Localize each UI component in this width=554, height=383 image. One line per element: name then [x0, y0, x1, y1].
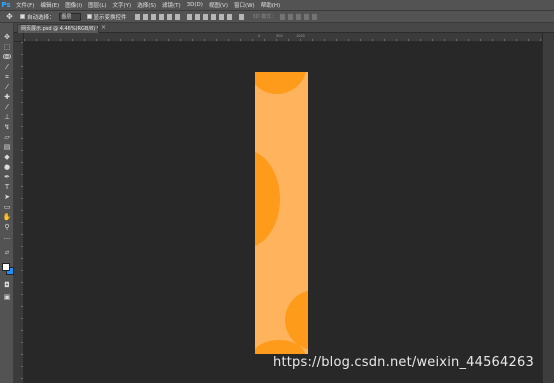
- menu-3d[interactable]: 3D(D): [187, 2, 203, 8]
- align-left-icon[interactable]: [158, 13, 164, 20]
- dodge-tool-icon[interactable]: ●: [2, 163, 12, 171]
- crop-tool-icon[interactable]: ⌗: [2, 73, 12, 81]
- menu-select[interactable]: 选择(S): [137, 1, 156, 9]
- align-right-icon[interactable]: [174, 13, 180, 20]
- ruler-corner[interactable]: [14, 33, 24, 42]
- menu-help[interactable]: 帮助(H): [261, 1, 280, 9]
- toolbox: ✥ ⬚ ↂ ⁄ ⌗ ⁄ ✚ ⁄ ⊥ ↯ ▱ ▤ ◆ ● ✒ T ➤ ▭ ✋ ⚲ …: [0, 23, 14, 383]
- hand-tool-icon[interactable]: ✋: [2, 213, 12, 221]
- auto-select-label: 自动选择：: [27, 14, 55, 21]
- 3d-scale-icon[interactable]: [312, 13, 318, 20]
- align-vertical-center-icon[interactable]: [142, 13, 148, 20]
- lasso-tool-icon[interactable]: ↂ: [2, 53, 12, 61]
- brush-tool-icon[interactable]: ⁄: [2, 103, 12, 111]
- align-top-icon[interactable]: [134, 13, 140, 20]
- zoom-tool-icon[interactable]: ⚲: [2, 223, 12, 231]
- show-transform-checkbox[interactable]: [86, 14, 92, 19]
- auto-select-dropdown[interactable]: 图层: [58, 12, 81, 21]
- clone-stamp-tool-icon[interactable]: ⊥: [2, 113, 12, 121]
- align-horizontal-center-icon[interactable]: [166, 13, 172, 20]
- distribute-left-icon[interactable]: [210, 13, 216, 20]
- menu-window[interactable]: 窗口(W): [234, 1, 255, 9]
- document-tab[interactable]: 网页展示.psd @ 4.46%(RGB/8) *: [17, 24, 99, 33]
- gradient-tool-icon[interactable]: ▤: [2, 143, 12, 151]
- eraser-tool-icon[interactable]: ▱: [2, 133, 12, 141]
- quick-mask-icon[interactable]: ◘: [2, 281, 12, 289]
- mode-3d-label: 3D 模式：: [252, 14, 277, 20]
- blur-tool-icon[interactable]: ◆: [2, 153, 12, 161]
- distribute-horizontal-center-icon[interactable]: [218, 13, 224, 20]
- menu-view[interactable]: 视图(V): [209, 1, 228, 9]
- auto-select-checkbox[interactable]: [20, 14, 25, 19]
- type-tool-icon[interactable]: T: [2, 183, 12, 191]
- menu-edit[interactable]: 编辑(E): [40, 1, 59, 9]
- magic-wand-tool-icon[interactable]: ⁄: [2, 63, 12, 71]
- more-tools-icon[interactable]: ···: [2, 235, 12, 243]
- vertical-scrollbar[interactable]: [542, 33, 554, 383]
- distribute-top-icon[interactable]: [186, 13, 192, 20]
- move-tool-icon[interactable]: ✥: [2, 33, 12, 41]
- history-brush-tool-icon[interactable]: ↯: [2, 123, 12, 131]
- 3d-rotate-icon[interactable]: [280, 13, 286, 20]
- screen-mode-icon[interactable]: ▣: [2, 293, 12, 301]
- distribute-bottom-icon[interactable]: [202, 13, 208, 20]
- show-transform-label: 显示变换控件: [93, 14, 127, 21]
- foreground-color-swatch[interactable]: [2, 263, 10, 271]
- menu-type[interactable]: 文字(Y): [113, 1, 132, 9]
- vertical-ruler[interactable]: [14, 42, 24, 383]
- menu-file[interactable]: 文件(F): [16, 1, 34, 9]
- healing-brush-tool-icon[interactable]: ✚: [2, 93, 12, 101]
- orange-circle-shape: [255, 72, 307, 94]
- align-bottom-icon[interactable]: [150, 13, 156, 20]
- horizontal-ruler[interactable]: [24, 33, 542, 42]
- path-selection-tool-icon[interactable]: ➤: [2, 193, 12, 201]
- swap-colors-icon[interactable]: ⇄: [2, 249, 12, 257]
- 3d-roll-icon[interactable]: [288, 13, 294, 20]
- menu-filter[interactable]: 滤镜(T): [162, 1, 181, 9]
- options-bar: ✥ 自动选择： 图层 显示变换控件 3D 模式：: [0, 10, 554, 23]
- 3d-slide-icon[interactable]: [304, 13, 310, 20]
- pen-tool-icon[interactable]: ✒: [2, 173, 12, 181]
- auto-align-icon[interactable]: [238, 13, 244, 20]
- menu-bar: Ps 文件(F) 编辑(E) 图像(I) 图层(L) 文字(Y) 选择(S) 滤…: [0, 0, 554, 10]
- 3d-pan-icon[interactable]: [296, 13, 302, 20]
- rectangle-tool-icon[interactable]: ▭: [2, 203, 12, 211]
- watermark-text: https://blog.csdn.net/weixin_44564263: [273, 355, 534, 370]
- ruler-label: 0: [258, 34, 261, 38]
- move-tool-icon[interactable]: ✥: [5, 12, 14, 21]
- marquee-tool-icon[interactable]: ⬚: [2, 43, 12, 51]
- distribute-right-icon[interactable]: [226, 13, 232, 20]
- distribute-vertical-center-icon[interactable]: [194, 13, 200, 20]
- photoshop-logo: Ps: [1, 0, 11, 9]
- eyedropper-tool-icon[interactable]: ⁄: [2, 83, 12, 91]
- orange-circle-shape: [255, 150, 280, 248]
- ruler-label: 500: [276, 34, 283, 38]
- close-icon[interactable]: ×: [101, 24, 106, 32]
- menu-layer[interactable]: 图层(L): [88, 1, 106, 9]
- menu-image[interactable]: 图像(I): [65, 1, 82, 9]
- document-tab-bar: 网页展示.psd @ 4.46%(RGB/8) * ×: [14, 23, 554, 33]
- document-canvas[interactable]: [255, 72, 308, 354]
- ruler-label: 1000: [296, 34, 305, 38]
